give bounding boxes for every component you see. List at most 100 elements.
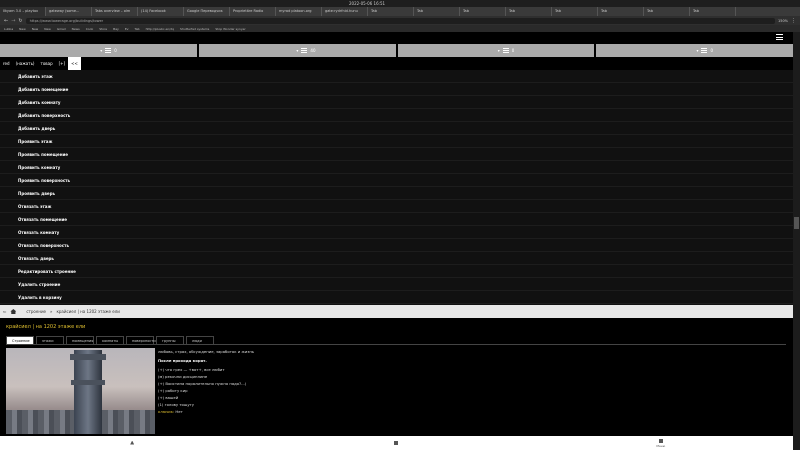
browser-tab[interactable]: Tab — [506, 7, 552, 16]
building-icon — [394, 440, 399, 445]
tab-floors[interactable]: этажи — [36, 336, 64, 344]
collapse-arrows-icon[interactable]: ⇐ — [3, 309, 6, 314]
info-line: (м) рекочни дисциплине — [158, 374, 208, 379]
menu-icon — [658, 438, 663, 443]
filter-item[interactable]: red — [0, 61, 13, 66]
bookmark[interactable]: Store — [99, 27, 107, 31]
page-scrollbar[interactable] — [793, 32, 800, 450]
collapse-button[interactable]: << — [68, 57, 81, 70]
home-icon[interactable] — [10, 309, 17, 314]
browser-tab[interactable]: gate:rydrfnid.hunu — [322, 7, 368, 16]
browser-tab[interactable]: Tab — [690, 7, 736, 16]
action-item[interactable]: Проявить комнату — [0, 161, 793, 174]
browser-tab[interactable]: (14) Facebook — [138, 7, 184, 16]
tab-rooms[interactable]: комнаты — [96, 336, 124, 344]
browser-tab[interactable]: myrad platoon.org — [276, 7, 322, 16]
action-item[interactable]: Добавить помещение — [0, 83, 793, 96]
main-menu-icon[interactable] — [776, 34, 783, 40]
back-icon[interactable]: ← — [4, 18, 8, 24]
url-field[interactable]: https://www.towerage.org/buildings/tower — [25, 17, 775, 24]
info-line: (+) вашей — [158, 395, 179, 400]
extensions-icon[interactable]: ⋮ — [791, 18, 796, 24]
tab-groups[interactable]: группы — [156, 336, 184, 344]
bottom-nav-building[interactable] — [264, 436, 528, 450]
bookmark[interactable]: New — [32, 27, 39, 31]
action-item[interactable]: Отвязать поверхность — [0, 239, 793, 252]
scrollbar-thumb[interactable] — [794, 217, 799, 229]
browser-tab[interactable]: Tab — [460, 7, 506, 16]
bookmark[interactable]: http://plusbc.en/dq — [146, 27, 174, 31]
selector-cell-3[interactable]: ▾ 0 — [397, 44, 595, 57]
reload-icon[interactable]: ↻ — [18, 18, 22, 24]
bookmark[interactable]: Bay — [113, 27, 119, 31]
browser-tab[interactable]: Tabs overview – olm — [92, 7, 138, 16]
action-item[interactable]: Редактировать строение — [0, 265, 793, 278]
bookmark[interactable]: News — [72, 27, 80, 31]
building-photo — [6, 348, 155, 434]
filter-row: red (нажать) товар [+] << — [0, 57, 793, 70]
breadcrumb: ⇐ строение » крайсиел | на 1202 этаже ел… — [0, 305, 793, 318]
action-item[interactable]: Проявить этаж — [0, 135, 793, 148]
breadcrumb-item[interactable]: крайсиел | на 1202 этаже ели — [56, 309, 119, 314]
action-item[interactable]: Проявить помещение — [0, 148, 793, 161]
action-item[interactable]: Удалить строение — [0, 278, 793, 291]
key-value: Нет — [175, 409, 183, 414]
bookmark[interactable]: Shutterfed systems — [180, 27, 209, 31]
bookmark[interactable]: Lubba — [4, 27, 13, 31]
action-list: Добавить этаж Добавить помещение Добавит… — [0, 70, 793, 305]
action-item[interactable]: Отвязать помещение — [0, 213, 793, 226]
tab-premises[interactable]: помещения — [66, 336, 94, 344]
action-item[interactable]: Добавить комнату — [0, 96, 793, 109]
bookmark[interactable]: Ev — [125, 27, 129, 31]
filter-item[interactable]: товар — [38, 61, 56, 66]
browser-tab[interactable]: Ilkyam 3.0 – playtox — [0, 7, 46, 16]
bookmark[interactable]: Gmail — [57, 27, 66, 31]
tab-surfaces[interactable]: поверхности — [126, 336, 156, 344]
zoom-level[interactable]: 150% — [778, 19, 788, 23]
key-label: ключик: — [158, 409, 175, 414]
chevron-down-icon: ▾ — [296, 48, 299, 53]
action-item[interactable]: Добавить дверь — [0, 122, 793, 135]
bookmark[interactable]: Tab — [134, 27, 139, 31]
bottom-nav: Меню — [0, 436, 793, 450]
action-item[interactable]: Добавить этаж — [0, 70, 793, 83]
tab-building[interactable]: Строение — [6, 336, 34, 344]
action-item[interactable]: Добавить поверхность — [0, 109, 793, 122]
browser-tab[interactable]: Tab — [644, 7, 690, 16]
bookmark[interactable]: New — [19, 27, 26, 31]
bottom-nav-menu[interactable]: Меню — [529, 436, 793, 450]
forward-icon[interactable]: → — [11, 18, 15, 24]
browser-tab[interactable]: Google Переводчик — [184, 7, 230, 16]
browser-tab[interactable]: Tab — [414, 7, 460, 16]
browser-tab[interactable]: gateway (some... — [46, 7, 92, 16]
bottom-nav-label: Меню — [656, 443, 666, 448]
action-item[interactable]: Отвязать дверь — [0, 252, 793, 265]
filter-item[interactable]: (нажать) — [13, 61, 38, 66]
breadcrumb-item[interactable]: строение — [26, 309, 46, 314]
action-item[interactable]: Отвязать комнату — [0, 226, 793, 239]
filter-item[interactable]: [+] — [56, 61, 68, 66]
action-item[interactable]: Отвязать этаж — [0, 200, 793, 213]
chevron-down-icon: ▾ — [696, 48, 699, 53]
action-item[interactable]: Проявить поверхность — [0, 174, 793, 187]
bottom-nav-up[interactable] — [0, 436, 264, 450]
page-header — [0, 32, 793, 42]
info-line: (+) Воистина поралительно нужно надо?...… — [158, 381, 247, 386]
action-item[interactable]: Удалить в корзину — [0, 291, 793, 304]
detail-tabs: Строение этажи помещения комнаты поверхн… — [6, 336, 786, 345]
bookmark[interactable]: New — [44, 27, 51, 31]
tab-people[interactable]: люди — [186, 336, 214, 344]
browser-tab[interactable]: Tab — [552, 7, 598, 16]
bookmarks-bar: Lubba New New New Gmail News Cook Store … — [0, 25, 800, 32]
bookmark[interactable]: Cook — [86, 27, 94, 31]
arrow-up-icon — [130, 440, 135, 445]
chevron-down-icon: ▾ — [497, 48, 500, 53]
action-item[interactable]: Проявить дверь — [0, 187, 793, 200]
bookmark[interactable]: Stop Wonder synyer — [215, 27, 245, 31]
selector-cell-1[interactable]: ▾ 0 — [0, 44, 197, 57]
browser-tab[interactable]: Proprietäre Radio — [230, 7, 276, 16]
browser-tab[interactable]: Tab — [368, 7, 414, 16]
browser-tab[interactable]: Tab — [598, 7, 644, 16]
selector-cell-2[interactable]: ▾ 40 — [198, 44, 396, 57]
selector-cell-4[interactable]: ▾ 0 — [596, 44, 793, 57]
